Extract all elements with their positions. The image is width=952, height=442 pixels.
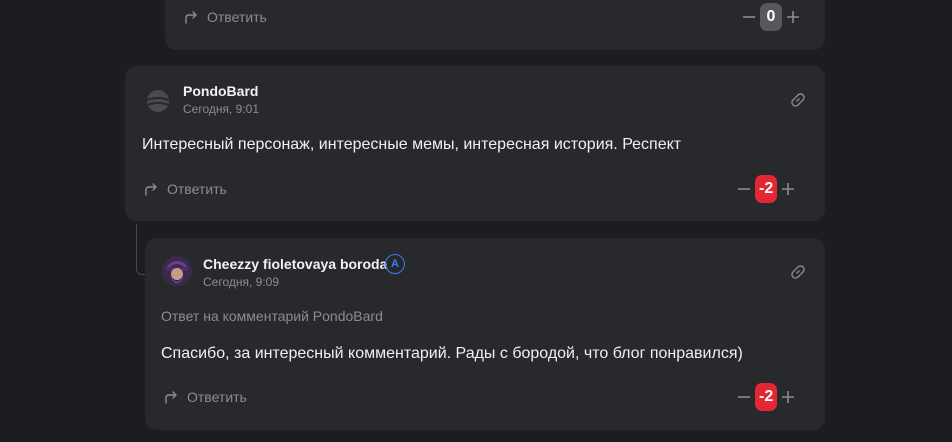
comment-text: Спасибо, за интересный комментарий. Рады… <box>161 345 743 362</box>
reply-button[interactable]: Ответить <box>183 9 267 25</box>
link-icon[interactable] <box>790 92 806 108</box>
minus-icon <box>738 188 750 190</box>
author-badge: A <box>385 254 405 274</box>
vote-control: -2 <box>735 383 797 411</box>
avatar-logo-icon <box>147 90 169 112</box>
comment-card: Cheezzy fioletovaya boroda A Сегодня, 9:… <box>145 238 825 430</box>
score-badge: -2 <box>755 175 778 203</box>
downvote-button[interactable] <box>740 8 758 26</box>
reply-arrow-icon <box>185 11 197 24</box>
reply-label: Ответить <box>187 389 247 405</box>
reply-button[interactable]: Ответить <box>143 181 227 197</box>
link-icon[interactable] <box>790 264 806 280</box>
score-badge: 0 <box>760 3 782 31</box>
minus-icon <box>743 16 755 18</box>
comment-timestamp: Сегодня, 9:01 <box>183 102 260 116</box>
comment-card: PondoBard Сегодня, 9:01 Интересный персо… <box>125 66 825 221</box>
reply-to-link[interactable]: Ответ на комментарий PondoBard <box>161 308 383 324</box>
downvote-button[interactable] <box>735 180 753 198</box>
comment-card: Ответить 0 <box>165 0 825 50</box>
author-name[interactable]: Cheezzy fioletovaya boroda <box>203 256 387 272</box>
minus-icon <box>738 396 750 398</box>
author-name[interactable]: PondoBard <box>183 83 258 99</box>
reply-arrow-icon <box>165 391 177 404</box>
upvote-button[interactable] <box>779 388 797 406</box>
plus-icon <box>782 183 795 195</box>
avatar[interactable] <box>162 256 192 286</box>
avatar[interactable] <box>143 86 173 116</box>
reply-arrow-icon <box>145 183 157 196</box>
vote-control: -2 <box>735 175 797 203</box>
reply-button[interactable]: Ответить <box>163 389 247 405</box>
comment-text: Интересный персонаж, интересные мемы, ин… <box>142 136 682 153</box>
downvote-button[interactable] <box>735 388 753 406</box>
reply-label: Ответить <box>167 181 227 197</box>
comment-timestamp: Сегодня, 9:09 <box>203 275 280 289</box>
upvote-button[interactable] <box>784 8 802 26</box>
plus-icon <box>787 11 799 23</box>
score-badge: -2 <box>755 383 778 411</box>
vote-control: 0 <box>740 3 802 31</box>
upvote-button[interactable] <box>779 180 797 198</box>
avatar-character-icon <box>162 256 192 286</box>
plus-icon <box>782 391 795 403</box>
reply-label: Ответить <box>207 9 267 25</box>
